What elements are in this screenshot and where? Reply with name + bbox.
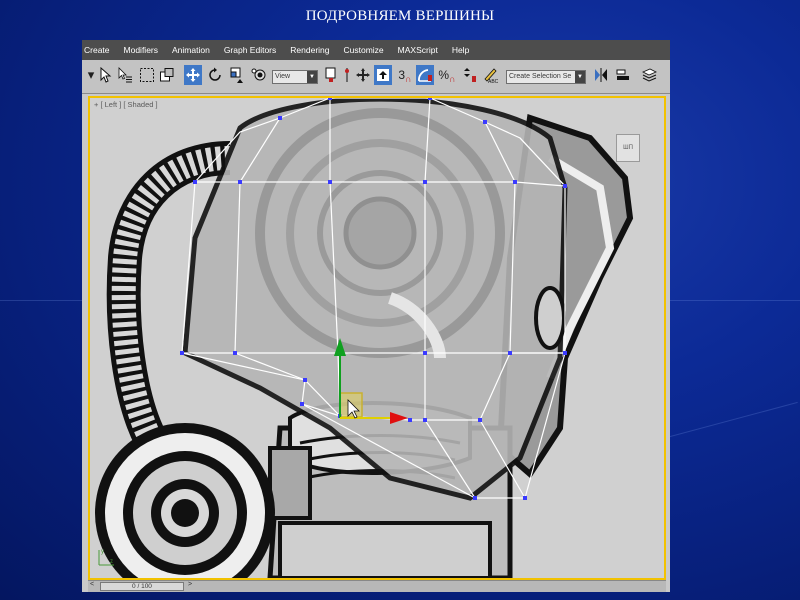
pivot-icon[interactable]: [250, 65, 268, 85]
svg-text:y: y: [101, 549, 104, 555]
reference-coord-value: View: [275, 73, 291, 80]
menu-maxscript[interactable]: MAXScript: [398, 45, 438, 55]
helmet-emboss-center: [343, 196, 417, 270]
menu-rendering[interactable]: Rendering: [290, 45, 329, 55]
snap-toggle-icon[interactable]: [374, 65, 392, 85]
collar-bracket: [268, 446, 312, 520]
prev-frame-button[interactable]: <: [90, 581, 98, 591]
axis-tripod: yz: [96, 546, 118, 570]
valve-center: [171, 499, 199, 527]
window-crossing-icon[interactable]: [158, 65, 176, 85]
align-icon[interactable]: [614, 65, 632, 85]
collar-plate: [278, 521, 492, 578]
slide-title: ПОДРОВНЯЕМ ВЕРШИНЫ: [305, 8, 495, 24]
angle-snap-icon[interactable]: [416, 65, 434, 85]
time-slider-frame: 0 / 100: [132, 583, 152, 590]
svg-text:z: z: [110, 559, 113, 565]
rect-selection-icon[interactable]: [138, 65, 156, 85]
main-toolbar: ▾ View ▼ 3 ∩ % ∩ ABC Create Selection Se…: [82, 60, 670, 94]
spinner-snap-icon[interactable]: [460, 65, 478, 85]
viewport-left[interactable]: + [ Left ] [ Shaded ] ШП yz: [88, 96, 666, 580]
percent-snap-icon[interactable]: % ∩: [438, 65, 456, 85]
time-slider[interactable]: 0 / 100: [100, 582, 184, 591]
menu-graph-editors[interactable]: Graph Editors: [224, 45, 276, 55]
mirror-icon[interactable]: [592, 65, 610, 85]
viewcube-label: ШП: [623, 145, 633, 151]
select-move-icon[interactable]: [184, 65, 202, 85]
time-bar: < 0 / 100 >: [88, 580, 666, 592]
menu-create[interactable]: Create: [84, 45, 110, 55]
scene-canvas[interactable]: [90, 98, 664, 578]
svg-text:ABC: ABC: [488, 79, 499, 84]
named-selection-set-value: Create Selection Se: [509, 73, 572, 80]
menu-help[interactable]: Help: [452, 45, 469, 55]
chevron-down-icon: ▼: [575, 71, 585, 83]
magnet-icon: ∩: [405, 74, 412, 84]
viewcube[interactable]: ШП: [616, 134, 640, 162]
named-selection-set-dropdown[interactable]: Create Selection Se ▼: [506, 70, 586, 84]
snap-3-icon[interactable]: 3 ∩: [396, 65, 414, 85]
helmet-body: [182, 98, 568, 501]
move-icon[interactable]: [354, 65, 372, 85]
edit-named-selection-icon[interactable]: ABC: [482, 65, 500, 85]
background-line: [662, 401, 798, 440]
viewport-label[interactable]: + [ Left ] [ Shaded ]: [94, 100, 158, 109]
menu-customize[interactable]: Customize: [344, 45, 384, 55]
reference-coord-dropdown[interactable]: View ▼: [272, 70, 318, 84]
menu-animation[interactable]: Animation: [172, 45, 210, 55]
chevron-down-icon: ▼: [307, 71, 317, 83]
select-rotate-icon[interactable]: [206, 65, 224, 85]
next-frame-button[interactable]: >: [188, 581, 196, 591]
helmet-side-window: [534, 286, 566, 350]
snap-value: 3: [398, 68, 406, 82]
menu-modifiers[interactable]: Modifiers: [124, 45, 158, 55]
3dsmax-window: Create Modifiers Animation Graph Editors…: [82, 40, 670, 592]
select-scale-icon[interactable]: [228, 65, 246, 85]
menu-bar: Create Modifiers Animation Graph Editors…: [82, 40, 670, 60]
select-object-icon[interactable]: [96, 65, 114, 85]
layer-manager-icon[interactable]: [640, 65, 658, 85]
select-by-name-icon[interactable]: [116, 65, 134, 85]
